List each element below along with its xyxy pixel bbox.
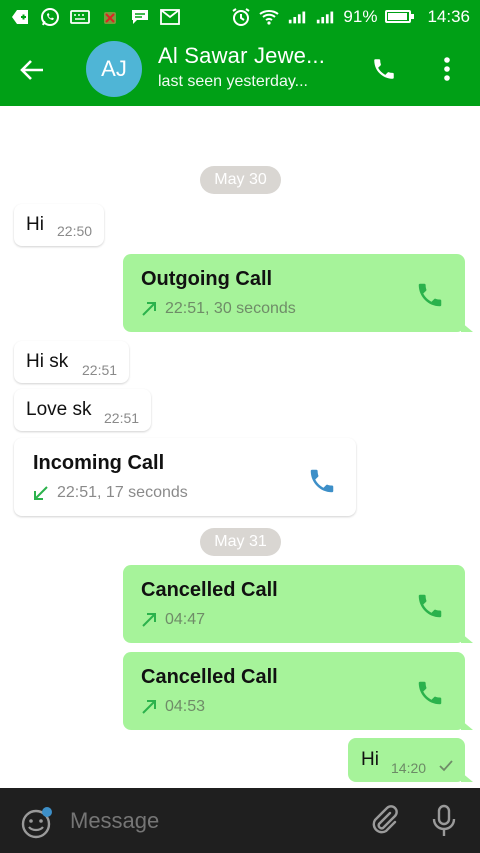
phone-icon[interactable] (415, 678, 445, 708)
date-separator: May 30 (200, 166, 281, 194)
signal-2-icon (315, 8, 335, 26)
call-detail-text: 04:47 (165, 611, 206, 628)
avatar[interactable]: AJ (86, 41, 142, 97)
message-incoming[interactable]: Hi sk 22:51 (14, 341, 129, 383)
attach-button[interactable] (368, 804, 400, 836)
message-incoming[interactable]: Love sk 22:51 (14, 389, 151, 431)
date-label: May 31 (214, 533, 267, 550)
phone-icon[interactable] (415, 280, 445, 310)
status-bar: 91% 14:36 (0, 0, 480, 33)
phone-icon[interactable] (307, 466, 337, 496)
message-time: 14:20 (391, 760, 427, 776)
call-title: Cancelled Call (141, 666, 278, 688)
date-label: May 30 (214, 171, 267, 188)
message-time: 22:51 (82, 362, 118, 378)
clock: 14:36 (427, 6, 470, 26)
phone-icon[interactable] (415, 591, 445, 621)
keyboard-icon (70, 8, 90, 26)
message-list[interactable]: May 30 Hi 22:50 Outgoing Call 22:51, 30 … (0, 106, 480, 788)
message-text: Hi sk (26, 351, 69, 372)
message-input[interactable] (70, 808, 320, 834)
arrow-down-left-icon (34, 486, 48, 500)
emoji-button[interactable] (20, 806, 52, 839)
arrow-up-right-icon (142, 700, 156, 714)
contact-name: Al Sawar Jewe... (158, 43, 326, 68)
arrow-up-right-icon (142, 613, 156, 627)
wifi-icon (259, 8, 280, 26)
call-detail-text: 22:51, 30 seconds (165, 300, 296, 317)
microphone-button[interactable] (430, 804, 460, 838)
message-text: Love sk (26, 399, 92, 420)
alarm-icon (231, 7, 251, 26)
gmail-icon (160, 8, 180, 26)
avatar-initials: AJ (101, 56, 127, 81)
android-debug-icon (100, 8, 120, 26)
call-detail-text: 04:53 (165, 698, 206, 715)
voice-call-button[interactable] (366, 51, 402, 87)
call-title: Cancelled Call (141, 579, 278, 601)
message-time: 22:51 (104, 410, 140, 426)
plus-notification-icon (10, 8, 30, 26)
call-log-cancelled[interactable]: Cancelled Call 04:53 (123, 652, 473, 730)
microphone-icon (432, 804, 456, 836)
arrow-up-right-icon (142, 302, 156, 316)
message-time: 22:50 (57, 223, 93, 239)
check-icon (439, 760, 453, 772)
call-log-outgoing[interactable]: Outgoing Call 22:51, 30 seconds (123, 254, 473, 332)
paperclip-icon (372, 805, 398, 834)
signal-1-icon (287, 8, 307, 26)
call-detail: 04:47 (141, 611, 205, 629)
last-seen: last seen yesterday... (158, 73, 308, 90)
date-separator: May 31 (200, 528, 281, 556)
whatsapp-icon (40, 7, 60, 26)
message-text: Hi (361, 749, 379, 770)
battery-icon (385, 10, 415, 23)
contact-info[interactable]: Al Sawar Jewe... last seen yesterday... (158, 43, 325, 91)
back-button[interactable] (0, 33, 64, 106)
message-incoming[interactable]: Hi 22:50 (14, 204, 104, 246)
battery-percent: 91% (343, 6, 378, 26)
call-log-incoming[interactable]: Incoming Call 22:51, 17 seconds (14, 438, 356, 516)
call-detail: 22:51, 17 seconds (33, 484, 188, 502)
message-text: Hi (26, 214, 44, 235)
call-title: Outgoing Call (141, 268, 273, 290)
call-detail: 04:53 (141, 698, 205, 716)
overflow-menu-button[interactable] (432, 51, 462, 87)
message-icon (130, 8, 150, 26)
message-outgoing[interactable]: Hi 14:20 (348, 738, 473, 782)
call-detail: 22:51, 30 seconds (141, 300, 296, 318)
compose-bar (0, 788, 480, 853)
call-title: Incoming Call (33, 452, 165, 474)
phone-icon (374, 59, 394, 79)
arrow-left-icon (20, 59, 43, 80)
chat-header: AJ Al Sawar Jewe... last seen yesterday.… (0, 33, 480, 106)
call-log-cancelled[interactable]: Cancelled Call 04:47 (123, 565, 473, 643)
call-detail-text: 22:51, 17 seconds (57, 484, 188, 501)
more-vertical-icon (444, 57, 450, 81)
emoji-icon (21, 807, 52, 839)
